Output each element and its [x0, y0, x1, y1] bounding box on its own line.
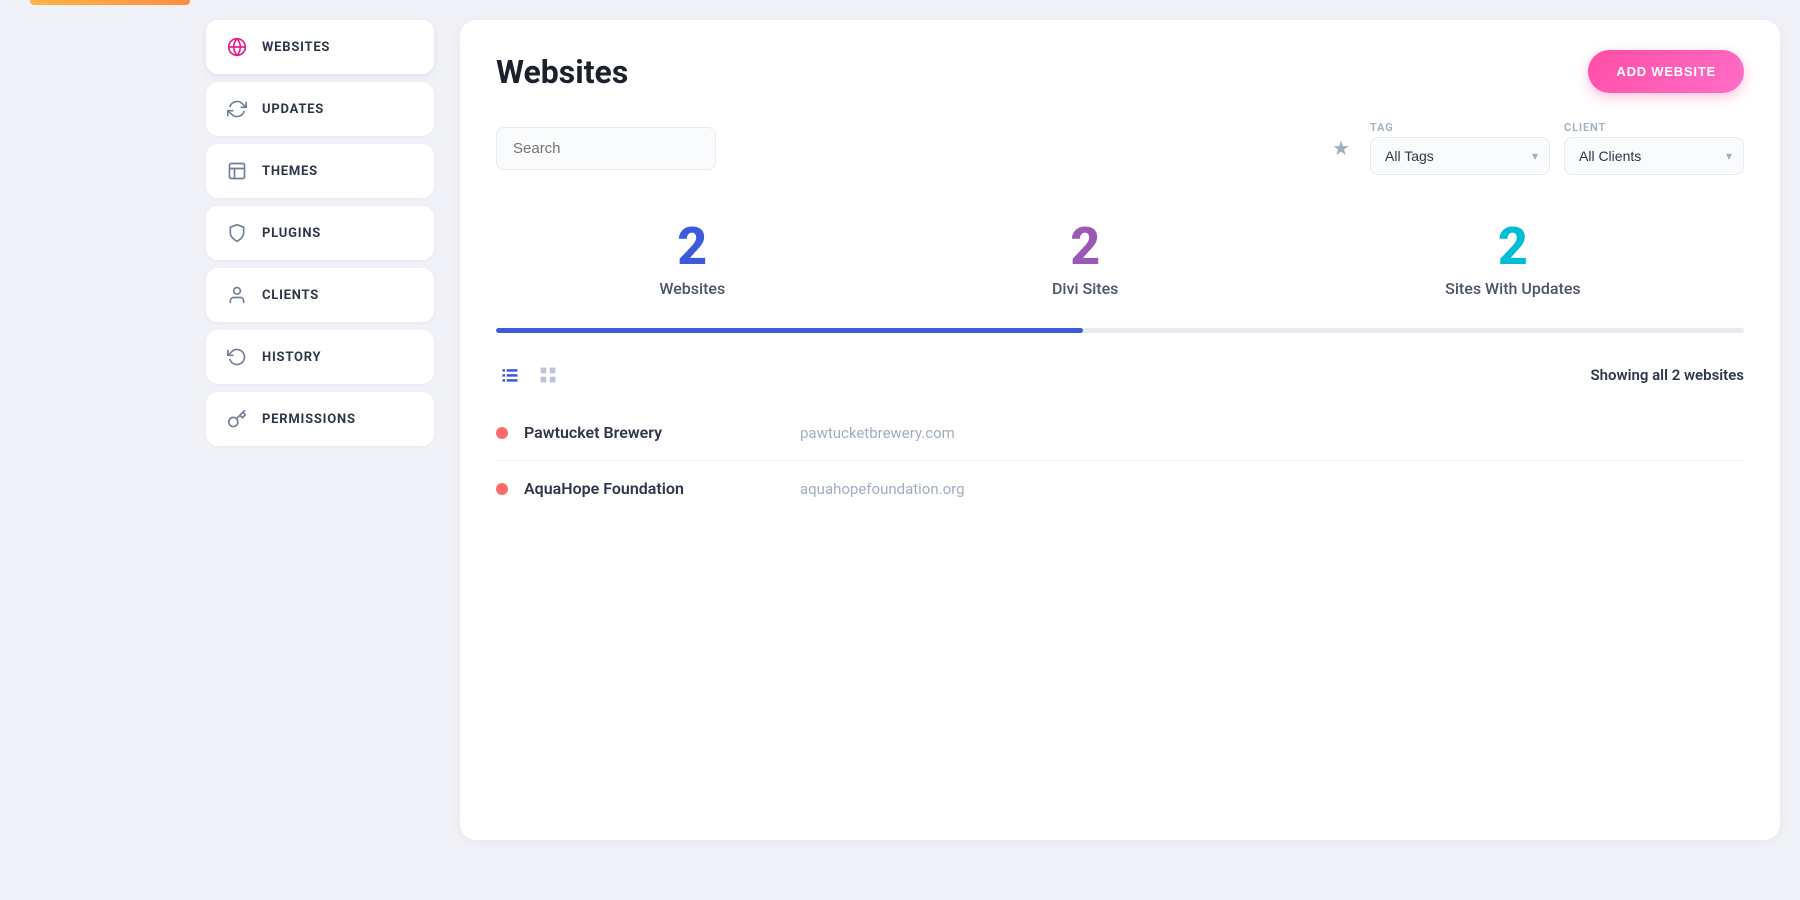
- filter-row: ★ TAG All Tags CLIENT All Clients: [496, 121, 1744, 175]
- grid-view-button[interactable]: [534, 361, 562, 389]
- client-select-wrapper: All Clients: [1564, 137, 1744, 175]
- stat-divi-label: Divi Sites: [1052, 279, 1118, 298]
- status-dot: [496, 483, 508, 495]
- website-list: Pawtucket Brewery pawtucketbrewery.com A…: [496, 405, 1744, 516]
- sidebar-item-websites-label: WEBSITES: [262, 40, 330, 55]
- showing-label: Showing all 2 websites: [1590, 366, 1744, 384]
- website-url: pawtucketbrewery.com: [800, 424, 955, 442]
- sidebar: WEBSITES UPDATES THEMES PLUGINS: [190, 0, 450, 900]
- list-view-button[interactable]: [496, 361, 524, 389]
- sidebar-item-history[interactable]: HISTORY: [206, 330, 434, 384]
- view-toggles: [496, 361, 562, 389]
- sidebar-item-updates[interactable]: UPDATES: [206, 82, 434, 136]
- key-icon: [226, 408, 248, 430]
- shield-icon: [226, 222, 248, 244]
- sidebar-item-updates-label: UPDATES: [262, 102, 324, 117]
- add-website-button[interactable]: ADD WEBSITE: [1588, 50, 1744, 93]
- client-select[interactable]: All Clients: [1564, 137, 1744, 175]
- sidebar-item-themes[interactable]: THEMES: [206, 144, 434, 198]
- sidebar-item-permissions[interactable]: PERMISSIONS: [206, 392, 434, 446]
- client-filter-group: CLIENT All Clients: [1564, 121, 1744, 175]
- stat-updates-label: Sites With Updates: [1445, 279, 1580, 298]
- tag-filter-group: TAG All Tags: [1370, 121, 1550, 175]
- stat-websites-number: 2: [677, 221, 707, 273]
- website-name: Pawtucket Brewery: [524, 423, 784, 442]
- stat-websites: 2 Websites: [659, 221, 725, 298]
- stats-row: 2 Websites 2 Divi Sites 2 Sites With Upd…: [496, 211, 1744, 328]
- progress-bar: [496, 328, 1744, 333]
- layout-icon: [226, 160, 248, 182]
- status-dot: [496, 427, 508, 439]
- page-header: Websites ADD WEBSITE: [496, 50, 1744, 93]
- stat-websites-label: Websites: [659, 279, 725, 298]
- history-icon: [226, 346, 248, 368]
- stat-divi-number: 2: [1070, 221, 1100, 273]
- content-card: Websites ADD WEBSITE ★ TAG All Tags CLIE…: [460, 20, 1780, 840]
- globe-icon: [226, 36, 248, 58]
- top-accent-bar: [30, 0, 190, 5]
- stat-sites-with-updates: 2 Sites With Updates: [1445, 221, 1580, 298]
- tag-label: TAG: [1370, 121, 1550, 134]
- list-header: Showing all 2 websites: [496, 361, 1744, 389]
- sidebar-item-history-label: HISTORY: [262, 350, 321, 365]
- sidebar-item-permissions-label: PERMISSIONS: [262, 412, 356, 427]
- page-title: Websites: [496, 53, 628, 91]
- table-row[interactable]: AquaHope Foundation aquahopefoundation.o…: [496, 461, 1744, 516]
- client-label: CLIENT: [1564, 121, 1744, 134]
- tag-select[interactable]: All Tags: [1370, 137, 1550, 175]
- sidebar-item-plugins-label: PLUGINS: [262, 226, 321, 241]
- sidebar-item-plugins[interactable]: PLUGINS: [206, 206, 434, 260]
- sidebar-item-themes-label: THEMES: [262, 164, 318, 179]
- main-content: Websites ADD WEBSITE ★ TAG All Tags CLIE…: [450, 0, 1800, 900]
- progress-bar-fill: [496, 328, 1083, 333]
- refresh-icon: [226, 98, 248, 120]
- sidebar-item-clients[interactable]: CLIENTS: [206, 268, 434, 322]
- stat-divi-sites: 2 Divi Sites: [1052, 221, 1118, 298]
- search-input[interactable]: [496, 127, 716, 170]
- favorites-button[interactable]: ★: [1326, 130, 1356, 167]
- user-icon: [226, 284, 248, 306]
- website-name: AquaHope Foundation: [524, 479, 784, 498]
- stat-updates-number: 2: [1498, 221, 1528, 273]
- table-row[interactable]: Pawtucket Brewery pawtucketbrewery.com: [496, 405, 1744, 461]
- website-url: aquahopefoundation.org: [800, 480, 965, 498]
- sidebar-item-websites[interactable]: WEBSITES: [206, 20, 434, 74]
- sidebar-item-clients-label: CLIENTS: [262, 288, 319, 303]
- tag-select-wrapper: All Tags: [1370, 137, 1550, 175]
